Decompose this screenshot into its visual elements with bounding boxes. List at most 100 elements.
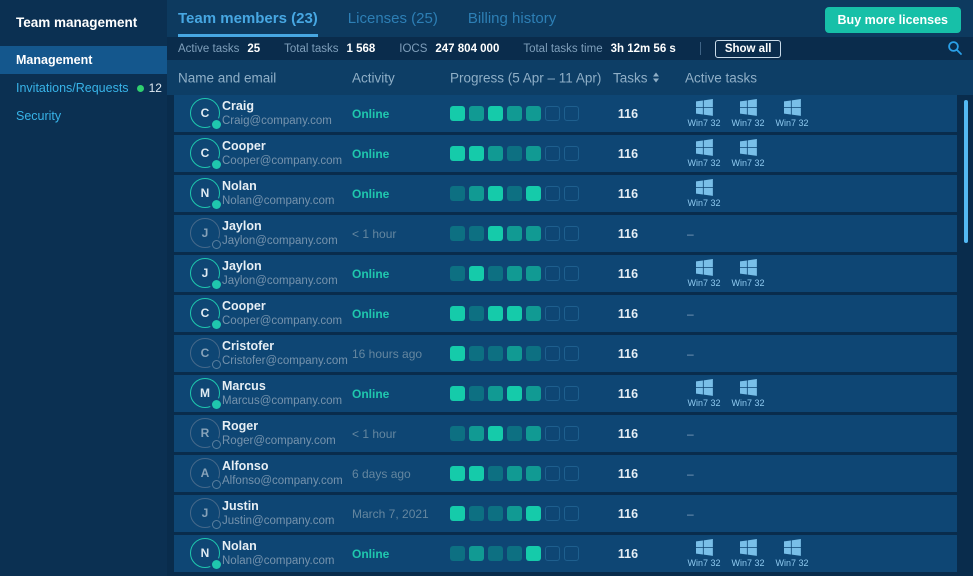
online-status-dot — [212, 280, 221, 289]
windows-logo-icon — [783, 99, 802, 116]
progress-square — [526, 266, 541, 281]
member-name: Jaylon — [222, 219, 338, 233]
progress-square — [545, 186, 560, 201]
avatar-initial: A — [201, 466, 210, 480]
active-tasks-cell: Win7 32Win7 32 — [682, 137, 770, 168]
member-name: Roger — [222, 419, 336, 433]
stat-item: Total tasks time3h 12m 56 s — [523, 43, 675, 55]
active-task-item[interactable]: Win7 32 — [682, 257, 726, 288]
active-task-label: Win7 32 — [775, 558, 808, 568]
table-row[interactable]: AAlfonsoAlfonso@company.com6 days ago116… — [174, 455, 957, 492]
windows-logo-icon — [739, 539, 758, 556]
progress-square — [450, 386, 465, 401]
tasks-count: 116 — [598, 547, 658, 561]
activity-status: Online — [352, 307, 389, 321]
notification-count: 12 — [149, 81, 162, 95]
name-email-cell: AlfonsoAlfonso@company.com — [222, 459, 343, 487]
no-active-tasks-dash: – — [687, 507, 694, 521]
table-row[interactable]: CCooperCooper@company.comOnline116Win7 3… — [174, 135, 957, 172]
sidebar-item-security[interactable]: Security — [0, 102, 167, 130]
name-email-cell: NolanNolan@company.com — [222, 179, 334, 207]
stats-bar: Active tasks25Total tasks1 568IOCS247 80… — [167, 37, 973, 60]
avatar: C — [190, 98, 220, 128]
active-task-item[interactable]: Win7 32 — [682, 137, 726, 168]
name-email-cell: JaylonJaylon@company.com — [222, 219, 338, 247]
member-email: Roger@company.com — [222, 435, 336, 447]
table-row[interactable]: CCristoferCristofer@company.com16 hours … — [174, 335, 957, 372]
active-task-item[interactable]: Win7 32 — [726, 377, 770, 408]
progress-squares — [450, 386, 583, 401]
avatar-initial: R — [201, 426, 210, 440]
progress-square — [507, 386, 522, 401]
member-email: Cooper@company.com — [222, 315, 342, 327]
active-task-item[interactable]: Win7 32 — [726, 97, 770, 128]
online-status-dot — [212, 120, 221, 129]
avatar: A — [190, 458, 220, 488]
tab-licenses-25[interactable]: Licenses (25) — [348, 0, 438, 37]
windows-logo-icon — [739, 99, 758, 116]
name-email-cell: CraigCraig@company.com — [222, 99, 332, 127]
no-active-tasks-dash: – — [687, 227, 694, 241]
scrollbar-thumb[interactable] — [964, 100, 968, 243]
active-task-item[interactable]: Win7 32 — [770, 97, 814, 128]
progress-square — [488, 266, 503, 281]
member-email: Alfonso@company.com — [222, 475, 343, 487]
main-panel: Team members (23) Licenses (25) Billing hi… — [167, 0, 973, 576]
member-name: Marcus — [222, 379, 342, 393]
avatar: C — [190, 138, 220, 168]
table-row[interactable]: MMarcusMarcus@company.comOnline116Win7 3… — [174, 375, 957, 412]
stats-divider — [700, 42, 701, 55]
progress-square — [450, 506, 465, 521]
show-all-button[interactable]: Show all — [715, 40, 782, 58]
no-active-tasks-dash: – — [687, 347, 694, 361]
member-email: Nolan@company.com — [222, 195, 334, 207]
progress-square — [450, 106, 465, 121]
active-task-item[interactable]: Win7 32 — [682, 377, 726, 408]
team-management-app: Team management ManagementInvitations/Re… — [0, 0, 973, 576]
windows-logo-icon — [695, 139, 714, 156]
active-task-item[interactable]: Win7 32 — [682, 97, 726, 128]
tab-team-members-23[interactable]: Team members (23) — [178, 0, 318, 37]
active-task-item[interactable]: Win7 32 — [682, 177, 726, 208]
active-task-item[interactable]: Win7 32 — [726, 537, 770, 568]
windows-logo-icon — [695, 259, 714, 276]
name-email-cell: MarcusMarcus@company.com — [222, 379, 342, 407]
member-name: Cooper — [222, 139, 342, 153]
progress-square — [469, 306, 484, 321]
column-header-tasks[interactable]: Tasks — [613, 70, 659, 85]
table-row[interactable]: JJustinJustin@company.comMarch 7, 202111… — [174, 495, 957, 532]
progress-square — [564, 546, 579, 561]
avatar: N — [190, 178, 220, 208]
buy-more-licenses-button[interactable]: Buy more licenses — [825, 7, 961, 33]
progress-square — [545, 346, 560, 361]
table-row[interactable]: CCraigCraig@company.comOnline116Win7 32W… — [174, 95, 957, 132]
avatar-initial: N — [201, 186, 210, 200]
active-task-item[interactable]: Win7 32 — [770, 537, 814, 568]
sidebar-item-label: Security — [16, 109, 61, 123]
progress-square — [526, 226, 541, 241]
table-row[interactable]: JJaylonJaylon@company.comOnline116Win7 3… — [174, 255, 957, 292]
online-status-dot — [212, 160, 221, 169]
tasks-count: 116 — [598, 307, 658, 321]
active-task-item[interactable]: Win7 32 — [726, 257, 770, 288]
table-row[interactable]: NNolanNolan@company.comOnline116Win7 32 — [174, 175, 957, 212]
search-icon[interactable] — [947, 40, 963, 56]
name-email-cell: CristoferCristofer@company.com — [222, 339, 348, 367]
sidebar-item-management[interactable]: Management — [0, 46, 167, 74]
table-row[interactable]: CCooperCooper@company.comOnline116– — [174, 295, 957, 332]
progress-square — [469, 546, 484, 561]
progress-square — [450, 186, 465, 201]
table-row[interactable]: RRogerRoger@company.com< 1 hour116– — [174, 415, 957, 452]
progress-square — [507, 266, 522, 281]
table-row[interactable]: JJaylonJaylon@company.com< 1 hour116– — [174, 215, 957, 252]
table-row[interactable]: NNolanNolan@company.comOnline116Win7 32W… — [174, 535, 957, 572]
progress-square — [469, 146, 484, 161]
active-task-item[interactable]: Win7 32 — [726, 137, 770, 168]
progress-square — [507, 306, 522, 321]
active-task-item[interactable]: Win7 32 — [682, 537, 726, 568]
progress-squares — [450, 546, 583, 561]
tab-billing-history[interactable]: Billing history — [468, 0, 556, 37]
progress-square — [450, 226, 465, 241]
avatar: R — [190, 418, 220, 448]
sidebar-item-invitations-requests[interactable]: Invitations/Requests12 — [0, 74, 167, 102]
